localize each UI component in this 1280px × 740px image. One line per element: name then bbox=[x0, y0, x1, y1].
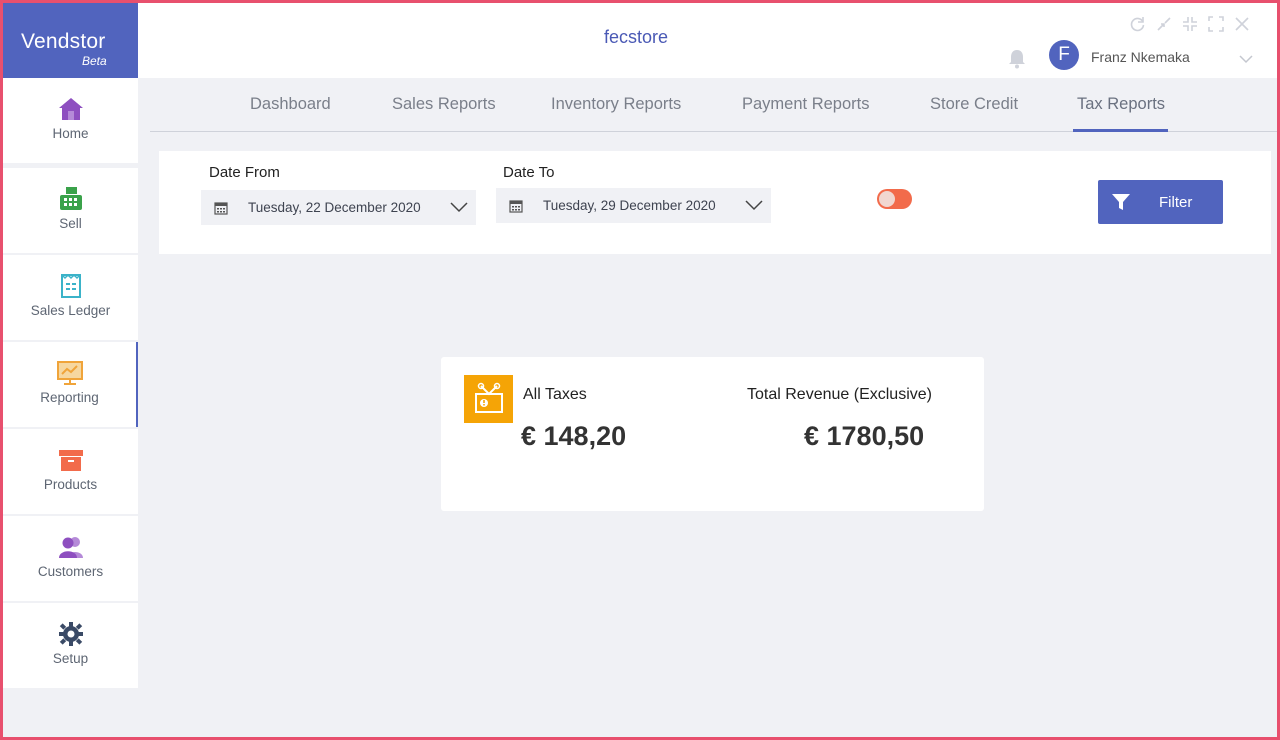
header: fecstore F Franz Nkemaka bbox=[138, 3, 1277, 78]
sidebar-item-customers[interactable]: Customers bbox=[3, 516, 138, 601]
brand-sub: Beta bbox=[82, 54, 107, 68]
date-from-label: Date From bbox=[209, 164, 280, 181]
filter-button[interactable]: Filter bbox=[1098, 180, 1223, 224]
chevron-down-icon bbox=[450, 200, 468, 218]
home-icon bbox=[57, 96, 85, 122]
ledger-icon bbox=[57, 273, 85, 299]
sidebar-item-label: Reporting bbox=[40, 390, 99, 405]
sidebar-item-sell[interactable]: Sell bbox=[3, 168, 138, 253]
gear-icon bbox=[57, 621, 85, 647]
tab-dashboard[interactable]: Dashboard bbox=[250, 95, 331, 114]
sidebar-item-label: Sell bbox=[59, 216, 82, 231]
total-revenue-value: € 1780,50 bbox=[804, 421, 925, 451]
brand-name: Vendstor bbox=[21, 30, 106, 53]
sidebar-item-label: Customers bbox=[37, 564, 104, 579]
sidebar-item-products[interactable]: Products bbox=[3, 429, 138, 514]
active-tab-indicator bbox=[1073, 129, 1168, 132]
avatar[interactable]: F bbox=[1049, 40, 1079, 70]
date-to-picker[interactable]: Tuesday, 29 December 2020 bbox=[496, 188, 771, 223]
date-from-value: Tuesday, 22 December 2020 bbox=[248, 200, 421, 215]
cash-register-icon bbox=[57, 186, 85, 212]
total-revenue-label: Total Revenue (Exclusive) bbox=[747, 386, 932, 403]
tab-store-credit[interactable]: Store Credit bbox=[930, 95, 1018, 114]
sidebar-item-reporting[interactable]: Reporting bbox=[3, 342, 138, 427]
sidebar-item-setup[interactable]: Setup bbox=[3, 603, 138, 688]
brand-logo[interactable]: Vendstor Beta bbox=[3, 3, 138, 78]
all-taxes-value: € 148,20 bbox=[521, 421, 627, 451]
chevron-down-icon bbox=[745, 198, 763, 216]
tax-voucher-icon bbox=[464, 375, 513, 423]
window-controls bbox=[1128, 14, 1252, 34]
close-icon[interactable] bbox=[1232, 14, 1252, 34]
calendar-icon bbox=[214, 201, 228, 215]
minimize-icon[interactable] bbox=[1154, 14, 1174, 34]
report-tabs: Dashboard Sales Reports Inventory Report… bbox=[150, 78, 1277, 132]
filter-panel: Date From Tuesday, 22 December 2020 Date… bbox=[159, 151, 1271, 254]
tab-sales-reports[interactable]: Sales Reports bbox=[392, 95, 496, 114]
store-title: fecstore bbox=[604, 27, 669, 47]
app-window: Vendstor Beta Home Sell Sales Ledger Rep… bbox=[0, 0, 1280, 740]
date-from-picker[interactable]: Tuesday, 22 December 2020 bbox=[201, 190, 476, 225]
refresh-icon[interactable] bbox=[1128, 14, 1148, 34]
sidebar-item-home[interactable]: Home bbox=[3, 78, 138, 163]
funnel-icon bbox=[1110, 191, 1132, 213]
tab-tax-reports[interactable]: Tax Reports bbox=[1077, 95, 1165, 114]
sidebar-item-label: Sales Ledger bbox=[30, 303, 111, 318]
reporting-icon bbox=[56, 360, 84, 386]
maximize-icon[interactable] bbox=[1206, 14, 1226, 34]
sidebar-item-label: Home bbox=[52, 126, 89, 141]
products-box-icon bbox=[57, 447, 85, 473]
sidebar-item-sales-ledger[interactable]: Sales Ledger bbox=[3, 255, 138, 340]
filter-toggle[interactable] bbox=[877, 189, 912, 209]
tax-summary-card: All Taxes € 148,20 Total Revenue (Exclus… bbox=[441, 357, 984, 511]
date-to-label: Date To bbox=[503, 164, 555, 181]
customers-icon bbox=[57, 534, 85, 560]
filter-button-label: Filter bbox=[1159, 193, 1193, 211]
user-name[interactable]: Franz Nkemaka bbox=[1091, 49, 1190, 65]
all-taxes-label: All Taxes bbox=[523, 386, 587, 403]
calendar-icon bbox=[509, 199, 523, 213]
sidebar-item-label: Setup bbox=[52, 651, 89, 666]
chevron-down-icon[interactable] bbox=[1239, 51, 1253, 69]
tab-payment-reports[interactable]: Payment Reports bbox=[742, 95, 869, 114]
sidebar: Home Sell Sales Ledger Reporting Product… bbox=[3, 78, 138, 737]
restore-icon[interactable] bbox=[1180, 14, 1200, 34]
sidebar-item-label: Products bbox=[43, 477, 98, 492]
date-to-value: Tuesday, 29 December 2020 bbox=[543, 198, 716, 213]
bell-icon[interactable] bbox=[1008, 49, 1026, 74]
toggle-knob bbox=[879, 191, 895, 207]
tab-inventory-reports[interactable]: Inventory Reports bbox=[551, 95, 681, 114]
